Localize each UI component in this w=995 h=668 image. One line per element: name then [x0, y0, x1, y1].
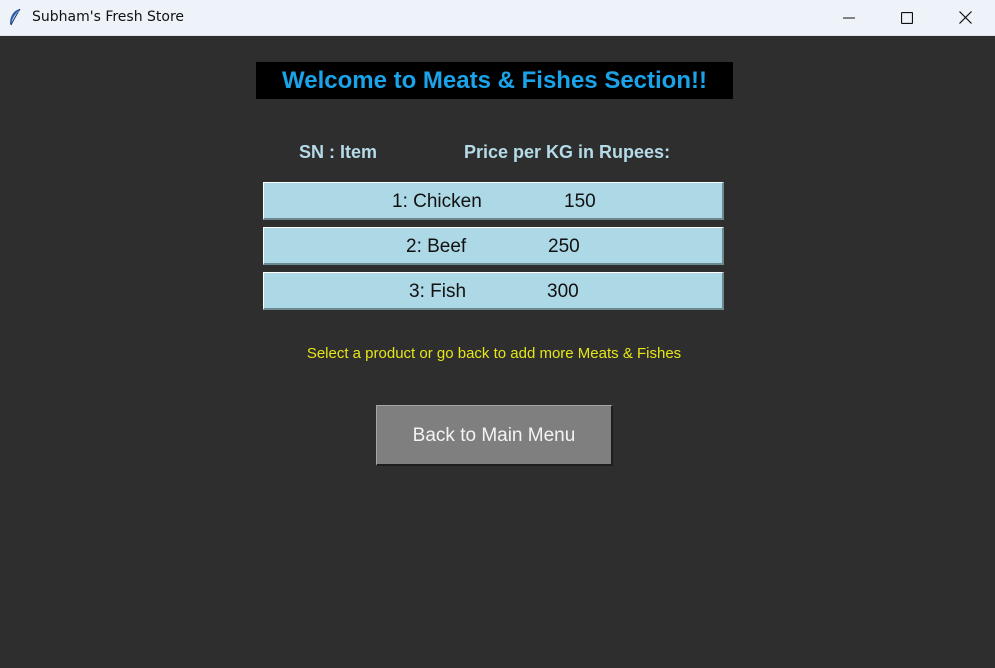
item-price: 150	[564, 191, 596, 212]
item-button-chicken[interactable]: 1: Chicken 150	[263, 182, 724, 220]
column-header-price: Price per KG in Rupees:	[464, 142, 671, 162]
close-icon	[958, 11, 972, 24]
hint-text: Select a product or go back to add more …	[306, 345, 682, 362]
main-content: Welcome to Meats & Fishes Section!! SN :…	[0, 36, 995, 668]
item-price: 300	[547, 281, 579, 302]
item-button-beef[interactable]: 2: Beef 250	[263, 227, 724, 265]
minimize-icon	[843, 17, 855, 18]
title-bar[interactable]: Subham's Fresh Store	[0, 0, 995, 36]
maximize-icon	[901, 11, 913, 24]
item-price: 250	[548, 236, 580, 257]
feather-icon	[10, 8, 21, 26]
window-title: Subham's Fresh Store	[32, 9, 185, 25]
close-button[interactable]	[936, 0, 994, 35]
back-to-main-menu-button[interactable]: Back to Main Menu	[376, 405, 613, 466]
item-button-fish[interactable]: 3: Fish 300	[263, 272, 724, 310]
app-window: Subham's Fresh Store Welcome to Meats & …	[0, 0, 995, 668]
maximize-button[interactable]	[878, 0, 936, 35]
section-heading: Welcome to Meats & Fishes Section!!	[256, 62, 733, 99]
item-label: 1: Chicken	[392, 191, 482, 212]
minimize-button[interactable]	[820, 0, 878, 35]
item-label: 2: Beef	[406, 236, 467, 257]
column-header-sn-item: SN : Item	[299, 142, 378, 162]
item-label: 3: Fish	[409, 281, 467, 302]
